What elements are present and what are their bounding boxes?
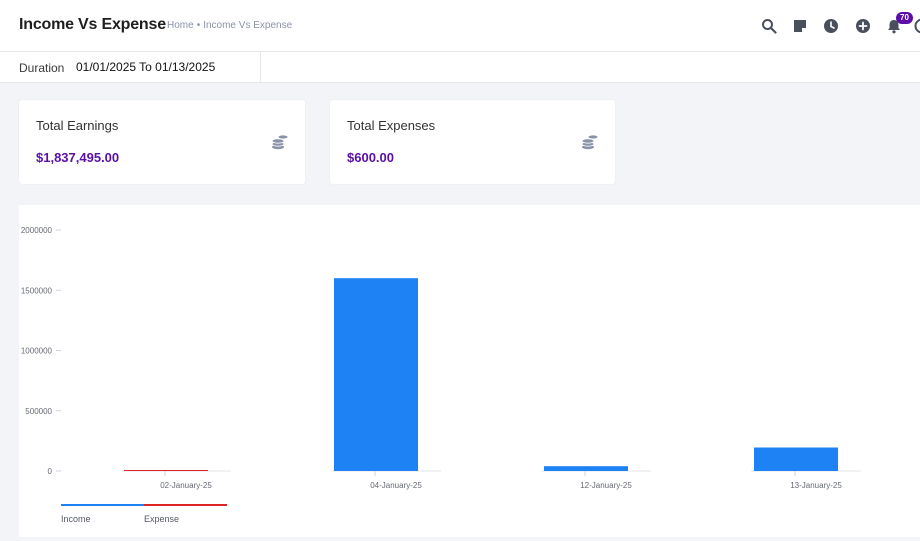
total-expenses-value: $600.00 xyxy=(347,150,394,165)
income-bar xyxy=(334,278,418,471)
x-tick-label: 12-January-25 xyxy=(580,481,632,490)
income-expense-bar-chart: 0 500000 1000000 1500000 2000000 02-January-2… xyxy=(21,226,861,524)
page-title: Income Vs Expense xyxy=(19,16,166,33)
coins-icon xyxy=(271,133,289,151)
income-bar xyxy=(544,466,628,471)
x-tick-label: 02-January-25 xyxy=(160,481,212,490)
y-tick-label: 1000000 xyxy=(21,347,53,356)
x-tick-label: 04-January-25 xyxy=(370,481,422,490)
search-icon[interactable] xyxy=(761,18,777,34)
clock-icon[interactable] xyxy=(823,18,839,34)
divider xyxy=(260,52,261,83)
y-tick-label: 500000 xyxy=(25,407,52,416)
legend-label: Expense xyxy=(144,514,179,524)
y-tick-label: 1500000 xyxy=(21,286,53,295)
total-expenses-card: Total Expenses $600.00 xyxy=(330,100,615,184)
legend-swatch xyxy=(144,504,227,506)
duration-filter-bar: Duration 01/01/2025 To 01/13/2025 xyxy=(0,52,920,83)
total-earnings-value: $1,837,495.00 xyxy=(36,150,120,165)
income-expense-chart-panel: 0 500000 1000000 1500000 2000000 02-January-2… xyxy=(19,205,920,537)
breadcrumb: Home • Income Vs Expense xyxy=(167,20,292,31)
y-tick-label: 0 xyxy=(48,467,53,476)
y-tick-label: 2000000 xyxy=(21,226,53,235)
breadcrumb-separator: • xyxy=(196,20,201,31)
breadcrumb-current: Income Vs Expense xyxy=(203,20,293,31)
total-expenses-label: Total Expenses xyxy=(347,118,436,133)
coins-icon xyxy=(581,133,599,151)
total-earnings-label: Total Earnings xyxy=(36,118,119,133)
legend-swatch xyxy=(61,504,144,506)
legend-label: Income xyxy=(61,514,91,524)
user-avatar-icon[interactable] xyxy=(914,18,920,34)
expense-bar xyxy=(124,470,208,471)
top-bar: Income Vs Expense Home • Income Vs Expense… xyxy=(0,0,920,52)
income-bar xyxy=(754,447,838,471)
duration-date-range[interactable]: 01/01/2025 To 01/13/2025 xyxy=(76,60,215,74)
duration-label: Duration xyxy=(19,61,65,75)
x-tick-label: 13-January-25 xyxy=(790,481,842,490)
sticky-note-icon[interactable] xyxy=(792,18,808,34)
notification-badge: 70 xyxy=(896,12,913,24)
add-circle-icon[interactable] xyxy=(855,18,871,34)
breadcrumb-home[interactable]: Home xyxy=(167,20,194,31)
total-earnings-card: Total Earnings $1,837,495.00 xyxy=(19,100,305,184)
